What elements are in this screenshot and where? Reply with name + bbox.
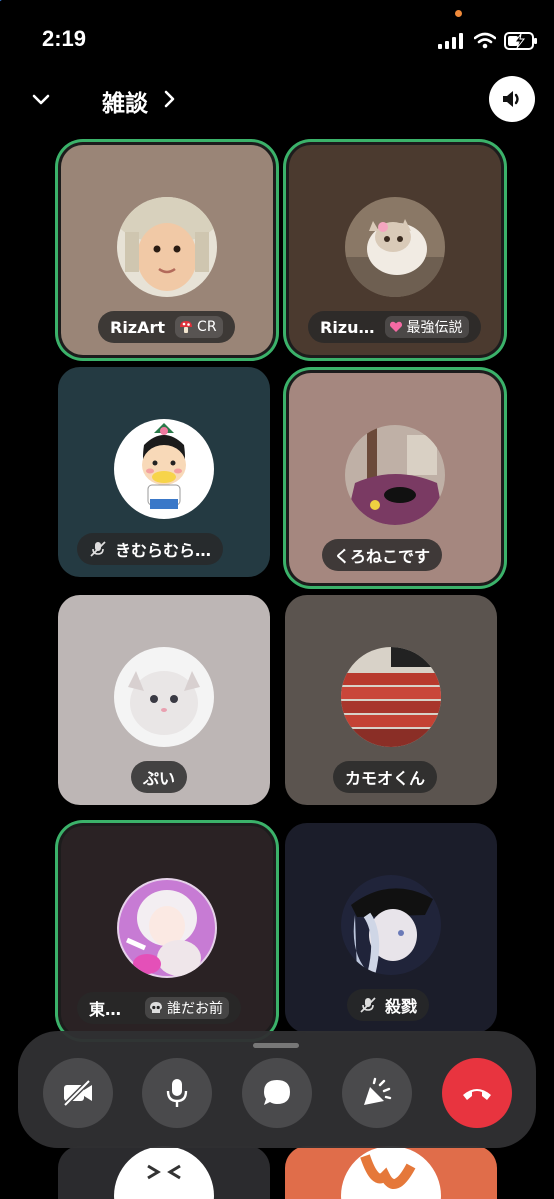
role-badge: CR [175,316,223,338]
status-time: 2:19 [42,26,87,51]
avatar [114,647,214,747]
avatar [341,875,441,975]
drag-handle[interactable] [253,1043,299,1048]
room-header: 雑談 [0,76,554,124]
participant-nameplate: 殺戮 [347,989,430,1021]
participant-nameplate: ぷい [131,761,188,793]
wifi-icon [474,32,496,49]
badge-label: 誰だお前 [167,1001,224,1017]
reaction-icon [364,1077,392,1105]
camera-off-icon [63,1079,92,1107]
mic-muted-icon [360,997,376,1013]
badge-label: 最強伝説 [406,320,463,336]
microphone-button[interactable] [142,1058,212,1128]
avatar [117,878,217,978]
participant-tile[interactable]: 殺戮 [285,823,497,1033]
chevron-down-icon[interactable] [30,88,52,110]
participant-name: ぷい [143,769,176,788]
participant-tile[interactable]: きむらむら… [58,367,270,577]
participant-tile[interactable]: 東… 誰だお前 [61,826,273,1036]
chat-button[interactable] [242,1058,312,1128]
badge-label: CR [197,319,217,335]
avatar [114,1146,214,1199]
participant-tile[interactable] [58,1146,270,1199]
participant-tile[interactable]: RizArt CR [61,145,273,355]
participant-name: 東… [89,1000,122,1019]
mic-muted-icon [90,541,106,557]
end-call-icon [463,1089,491,1100]
participant-tile[interactable]: Rizu… 最強伝説 [289,145,501,355]
cast-icon [0,0,3,2]
participant-name: カモオくん [345,769,426,788]
role-badge: 誰だお前 [145,997,230,1019]
reactions-button[interactable] [342,1058,412,1128]
participant-nameplate: くろねこです [322,539,443,571]
role-badge: 最強伝説 [384,316,469,338]
participant-name: きむらむら… [115,541,212,560]
skull-icon [150,1002,163,1013]
avatar [117,197,217,297]
participant-name: Rizu… [320,317,375,337]
chat-bubble-icon [264,1080,290,1105]
microphone-icon [166,1079,188,1107]
avatar [341,1146,441,1199]
end-call-button[interactable] [442,1058,512,1128]
speaker-button[interactable] [489,76,535,122]
privacy-indicator-dot [455,10,462,17]
speaker-icon [503,91,519,107]
participant-tile[interactable]: くろねこです [289,373,501,583]
participant-tile[interactable]: ぷい [58,595,270,805]
participant-name: くろねこです [334,547,431,566]
room-title[interactable]: 雑談 [102,84,148,118]
participant-tile[interactable] [285,1146,497,1199]
participant-name: RizArt [110,317,166,337]
avatar [345,425,445,525]
cellular-signal-icon [438,33,463,49]
call-control-bar [18,1031,536,1148]
participant-nameplate: RizArt CR [98,311,235,343]
heart-icon [389,321,402,332]
avatar [345,197,445,297]
mushroom-icon [180,321,193,333]
participant-tile[interactable]: カモオくん [285,595,497,805]
participant-nameplate: カモオくん [333,761,438,793]
avatar [114,419,214,519]
participant-nameplate: 東… 誰だお前 [77,992,242,1024]
participant-nameplate: Rizu… 最強伝説 [308,311,481,343]
avatar [341,647,441,747]
participant-nameplate: きむらむら… [77,533,224,565]
battery-charging-icon [504,32,537,50]
chevron-right-icon[interactable] [160,88,180,110]
status-bar: 2:19 [0,0,554,80]
participant-name: 殺戮 [385,997,418,1016]
camera-toggle-button[interactable] [43,1058,113,1128]
